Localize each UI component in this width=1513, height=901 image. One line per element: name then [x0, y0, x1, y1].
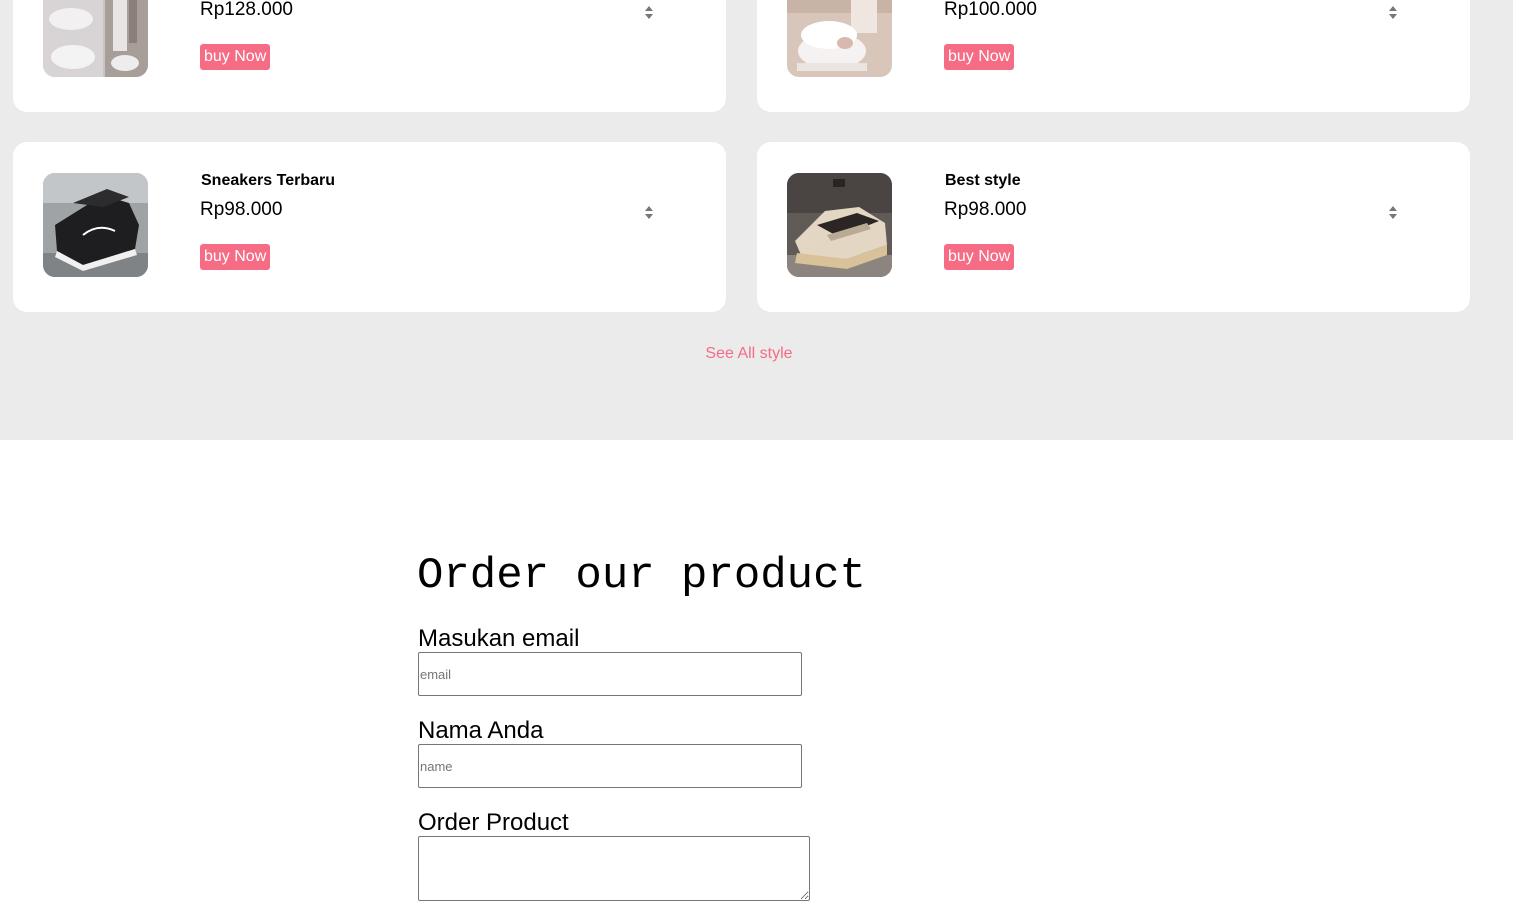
sort-arrows-icon[interactable] — [1388, 203, 1398, 221]
product-name: Sneakers Terbaru — [201, 172, 335, 189]
email-label: Masukan email — [418, 625, 580, 652]
name-label: Nama Anda — [418, 717, 544, 744]
see-all-link[interactable]: See All style — [0, 345, 1498, 363]
buy-now-button[interactable]: buy Now — [200, 44, 271, 70]
product-image-white-platform-sneakers[interactable] — [787, 0, 892, 77]
product-price: Rp98.000 — [200, 199, 283, 220]
buy-now-button[interactable]: buy Now — [944, 44, 1015, 70]
product-price: Rp100.000 — [944, 0, 1037, 20]
product-image-beige-retro-sneakers[interactable] — [787, 173, 892, 277]
buy-now-button[interactable]: buy Now — [200, 244, 271, 270]
order-product-textarea[interactable] — [418, 836, 810, 901]
product-card: Sneakers Terbaru Rp98.000 buy Now — [13, 142, 726, 312]
sort-arrows-icon[interactable] — [1388, 3, 1398, 21]
product-name: Best style — [945, 172, 1021, 189]
product-card: Rp100.000 buy Now — [757, 0, 1470, 112]
product-section: Rp128.000 buy Now Rp100.000 buy Now Snea… — [0, 0, 1513, 440]
buy-now-button[interactable]: buy Now — [944, 244, 1015, 270]
email-input[interactable] — [418, 652, 802, 696]
product-card: Best style Rp98.000 buy Now — [757, 142, 1470, 312]
product-image-white-chunky-sneakers[interactable] — [43, 0, 148, 77]
product-price: Rp128.000 — [200, 0, 293, 20]
order-form-title: Order our product — [417, 551, 866, 601]
product-price: Rp98.000 — [944, 199, 1027, 220]
order-product-label: Order Product — [418, 809, 569, 836]
sort-arrows-icon[interactable] — [644, 203, 654, 221]
sort-arrows-icon[interactable] — [644, 3, 654, 21]
product-image-black-sneakers[interactable] — [43, 173, 148, 277]
product-card: Rp128.000 buy Now — [13, 0, 726, 112]
name-input[interactable] — [418, 744, 802, 788]
